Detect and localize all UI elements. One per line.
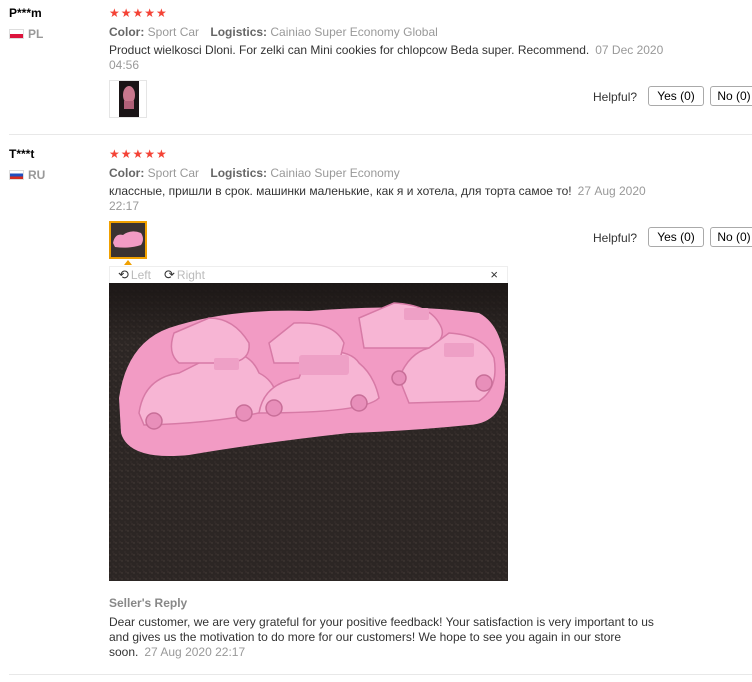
logistics-value: Cainiao Super Economy Global bbox=[270, 25, 438, 39]
thumbnail-selected-caret bbox=[124, 260, 132, 265]
star-rating: ★★★★★ bbox=[109, 147, 168, 161]
close-icon[interactable]: × bbox=[490, 267, 498, 282]
rotate-right-button[interactable]: ⟳ Right bbox=[164, 267, 205, 283]
logistics-value: Cainiao Super Economy bbox=[270, 166, 400, 180]
reviewer-country: RU bbox=[9, 168, 45, 182]
logistics-label: Logistics: bbox=[210, 166, 268, 180]
color-value: Sport Car bbox=[147, 166, 200, 180]
rotate-left-label: Left bbox=[130, 268, 151, 282]
rotate-left-button[interactable]: ⟲ Left bbox=[118, 267, 151, 283]
helpful-yes-button[interactable]: Yes (0) bbox=[648, 86, 704, 106]
logistics-label: Logistics: bbox=[210, 25, 268, 39]
flag-icon bbox=[9, 29, 24, 39]
color-label: Color: bbox=[109, 166, 145, 180]
helpful-no-button[interactable]: No (0) bbox=[710, 86, 752, 106]
helpful-no-button[interactable]: No (0) bbox=[710, 227, 752, 247]
review-text: Product wielkosci Dloni. For zelki can M… bbox=[109, 43, 679, 73]
photo-thumbnail-image bbox=[111, 223, 145, 257]
reviewer-name: T***t bbox=[9, 147, 35, 161]
flag-icon bbox=[9, 170, 24, 180]
review-photo-thumbnail[interactable] bbox=[109, 221, 147, 259]
review-divider bbox=[9, 674, 752, 675]
review-meta: Color: Sport Car Logistics: Cainiao Supe… bbox=[109, 25, 446, 39]
country-code: RU bbox=[28, 168, 46, 182]
helpful-label: Helpful? bbox=[593, 90, 638, 104]
review-body: классные, пришли в срок. машинки маленьк… bbox=[109, 184, 572, 198]
helpful-label: Helpful? bbox=[593, 231, 638, 245]
photo-thumbnail-image bbox=[110, 81, 146, 117]
seller-reply-date: 27 Aug 2020 22:17 bbox=[144, 645, 246, 659]
star-rating: ★★★★★ bbox=[109, 6, 168, 20]
review-body: Product wielkosci Dloni. For zelki can M… bbox=[109, 43, 590, 57]
review-divider bbox=[9, 134, 752, 135]
color-value: Sport Car bbox=[147, 25, 200, 39]
rotate-left-icon: ⟲ bbox=[118, 267, 129, 282]
review-photo-thumbnail[interactable] bbox=[109, 80, 147, 118]
color-label: Color: bbox=[109, 25, 145, 39]
helpful-yes-button[interactable]: Yes (0) bbox=[648, 227, 704, 247]
seller-reply-title: Seller's Reply bbox=[109, 596, 188, 610]
review-photo-large bbox=[109, 283, 508, 581]
country-code: PL bbox=[28, 27, 44, 41]
rotate-right-icon: ⟳ bbox=[164, 267, 175, 282]
photo-viewer-toolbar: ⟲ Left ⟳ Right × bbox=[109, 266, 508, 283]
reviewer-country: PL bbox=[9, 27, 43, 41]
photo-image bbox=[109, 283, 508, 581]
review-text: классные, пришли в срок. машинки маленьк… bbox=[109, 184, 679, 214]
rotate-right-label: Right bbox=[176, 268, 205, 282]
seller-reply-text: Dear customer, we are very grateful for … bbox=[109, 615, 669, 660]
review-meta: Color: Sport Car Logistics: Cainiao Supe… bbox=[109, 166, 408, 180]
reviewer-name: P***m bbox=[9, 6, 42, 20]
